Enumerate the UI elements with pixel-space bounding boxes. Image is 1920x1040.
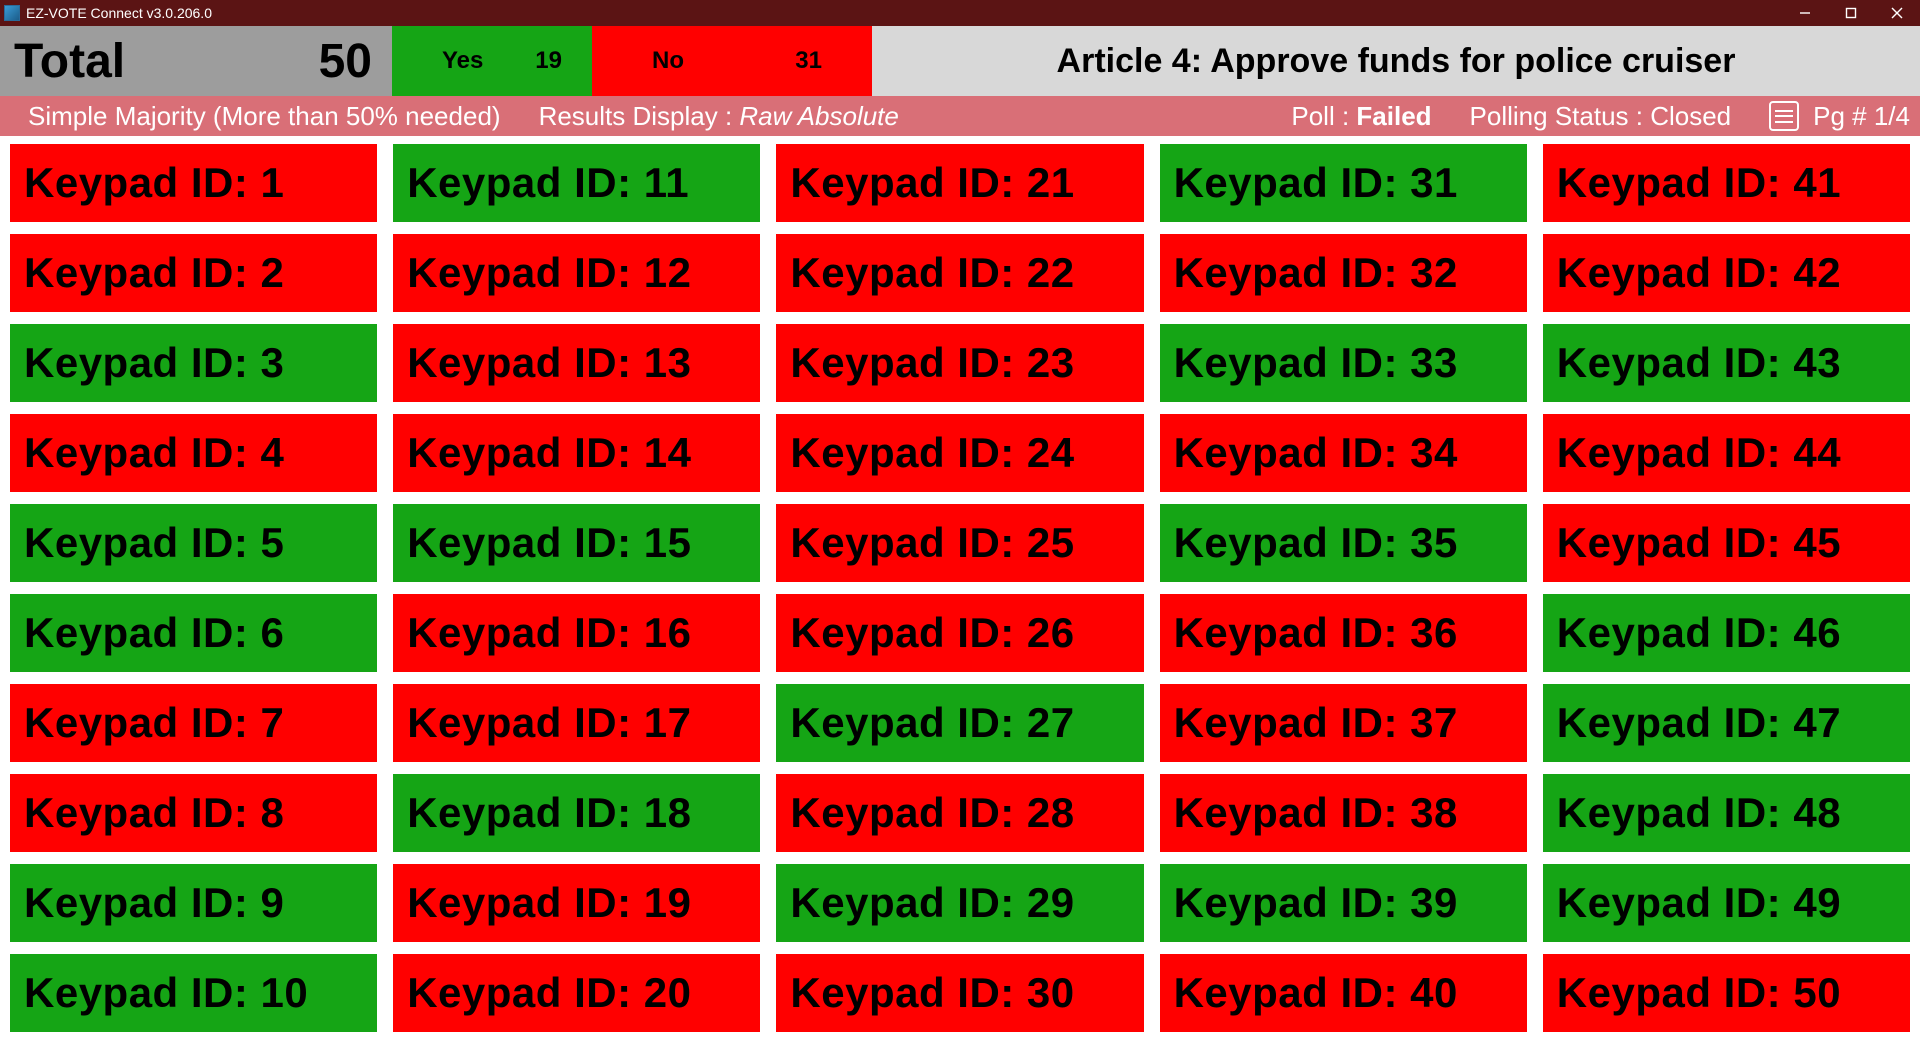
- page-indicator: Pg # 1/4: [1813, 101, 1910, 132]
- keypad-cell[interactable]: Keypad ID: 29: [776, 864, 1143, 942]
- status-value: Closed: [1650, 101, 1731, 131]
- keypad-cell[interactable]: Keypad ID: 27: [776, 684, 1143, 762]
- keypad-cell[interactable]: Keypad ID: 49: [1543, 864, 1910, 942]
- poll-result: Poll : Failed: [1291, 101, 1431, 132]
- keypad-cell[interactable]: Keypad ID: 45: [1543, 504, 1910, 582]
- keypad-cell[interactable]: Keypad ID: 26: [776, 594, 1143, 672]
- keypad-cell[interactable]: Keypad ID: 24: [776, 414, 1143, 492]
- keypad-cell[interactable]: Keypad ID: 48: [1543, 774, 1910, 852]
- total-label: Total: [14, 34, 125, 89]
- keypad-cell[interactable]: Keypad ID: 50: [1543, 954, 1910, 1032]
- keypad-grid: Keypad ID: 1Keypad ID: 2Keypad ID: 3Keyp…: [10, 144, 1910, 1032]
- poll-result-value: Failed: [1356, 101, 1431, 131]
- keypad-cell[interactable]: Keypad ID: 47: [1543, 684, 1910, 762]
- question-cell: Article 4: Approve funds for police crui…: [872, 26, 1920, 96]
- keypad-cell[interactable]: Keypad ID: 32: [1160, 234, 1527, 312]
- keypad-cell[interactable]: Keypad ID: 40: [1160, 954, 1527, 1032]
- close-icon: [1891, 7, 1903, 19]
- keypad-cell[interactable]: Keypad ID: 14: [393, 414, 760, 492]
- keypad-grid-wrap: Keypad ID: 1Keypad ID: 2Keypad ID: 3Keyp…: [0, 136, 1920, 1032]
- keypad-cell[interactable]: Keypad ID: 7: [10, 684, 377, 762]
- keypad-cell[interactable]: Keypad ID: 10: [10, 954, 377, 1032]
- keypad-cell[interactable]: Keypad ID: 8: [10, 774, 377, 852]
- info-bar: Simple Majority (More than 50% needed) R…: [0, 96, 1920, 136]
- keypad-cell[interactable]: Keypad ID: 11: [393, 144, 760, 222]
- total-cell: Total 50: [0, 26, 392, 96]
- keypad-cell[interactable]: Keypad ID: 16: [393, 594, 760, 672]
- yes-cell: Yes 19: [392, 26, 592, 96]
- window-titlebar: EZ-VOTE Connect v3.0.206.0: [0, 0, 1920, 26]
- keypad-cell[interactable]: Keypad ID: 19: [393, 864, 760, 942]
- question-text: Article 4: Approve funds for police crui…: [1057, 42, 1736, 81]
- results-display: Results Display : Raw Absolute: [539, 101, 899, 132]
- keypad-cell[interactable]: Keypad ID: 15: [393, 504, 760, 582]
- polling-status: Polling Status : Closed: [1470, 101, 1732, 132]
- window-close-button[interactable]: [1874, 0, 1920, 26]
- keypad-cell[interactable]: Keypad ID: 28: [776, 774, 1143, 852]
- keypad-cell[interactable]: Keypad ID: 12: [393, 234, 760, 312]
- keypad-cell[interactable]: Keypad ID: 23: [776, 324, 1143, 402]
- yes-label: Yes: [442, 47, 483, 75]
- results-label: Results Display :: [539, 101, 740, 131]
- no-value: 31: [684, 47, 822, 75]
- keypad-cell[interactable]: Keypad ID: 42: [1543, 234, 1910, 312]
- keypad-cell[interactable]: Keypad ID: 30: [776, 954, 1143, 1032]
- keypad-cell[interactable]: Keypad ID: 38: [1160, 774, 1527, 852]
- window-title: EZ-VOTE Connect v3.0.206.0: [26, 5, 212, 21]
- keypad-cell[interactable]: Keypad ID: 34: [1160, 414, 1527, 492]
- keypad-cell[interactable]: Keypad ID: 1: [10, 144, 377, 222]
- summary-bar: Total 50 Yes 19 No 31 Article 4: Approve…: [0, 26, 1920, 96]
- window-minimize-button[interactable]: [1782, 0, 1828, 26]
- yes-value: 19: [483, 47, 562, 75]
- keypad-cell[interactable]: Keypad ID: 31: [1160, 144, 1527, 222]
- minimize-icon: [1799, 7, 1811, 19]
- keypad-cell[interactable]: Keypad ID: 2: [10, 234, 377, 312]
- no-label: No: [652, 47, 684, 75]
- report-icon[interactable]: [1769, 101, 1799, 131]
- window-maximize-button[interactable]: [1828, 0, 1874, 26]
- poll-label: Poll :: [1291, 101, 1356, 131]
- keypad-cell[interactable]: Keypad ID: 41: [1543, 144, 1910, 222]
- app-icon: [4, 5, 20, 21]
- keypad-cell[interactable]: Keypad ID: 25: [776, 504, 1143, 582]
- no-cell: No 31: [592, 26, 872, 96]
- total-value: 50: [125, 34, 372, 89]
- keypad-cell[interactable]: Keypad ID: 18: [393, 774, 760, 852]
- keypad-cell[interactable]: Keypad ID: 9: [10, 864, 377, 942]
- keypad-cell[interactable]: Keypad ID: 20: [393, 954, 760, 1032]
- keypad-cell[interactable]: Keypad ID: 46: [1543, 594, 1910, 672]
- maximize-icon: [1845, 7, 1857, 19]
- status-label: Polling Status :: [1470, 101, 1651, 131]
- keypad-cell[interactable]: Keypad ID: 17: [393, 684, 760, 762]
- keypad-cell[interactable]: Keypad ID: 35: [1160, 504, 1527, 582]
- keypad-cell[interactable]: Keypad ID: 6: [10, 594, 377, 672]
- majority-rule: Simple Majority (More than 50% needed): [28, 101, 501, 132]
- keypad-cell[interactable]: Keypad ID: 39: [1160, 864, 1527, 942]
- results-mode: Raw Absolute: [739, 101, 898, 131]
- keypad-cell[interactable]: Keypad ID: 36: [1160, 594, 1527, 672]
- keypad-cell[interactable]: Keypad ID: 37: [1160, 684, 1527, 762]
- keypad-cell[interactable]: Keypad ID: 44: [1543, 414, 1910, 492]
- keypad-cell[interactable]: Keypad ID: 4: [10, 414, 377, 492]
- keypad-cell[interactable]: Keypad ID: 43: [1543, 324, 1910, 402]
- keypad-cell[interactable]: Keypad ID: 22: [776, 234, 1143, 312]
- keypad-cell[interactable]: Keypad ID: 3: [10, 324, 377, 402]
- keypad-cell[interactable]: Keypad ID: 33: [1160, 324, 1527, 402]
- keypad-cell[interactable]: Keypad ID: 21: [776, 144, 1143, 222]
- keypad-cell[interactable]: Keypad ID: 5: [10, 504, 377, 582]
- keypad-cell[interactable]: Keypad ID: 13: [393, 324, 760, 402]
